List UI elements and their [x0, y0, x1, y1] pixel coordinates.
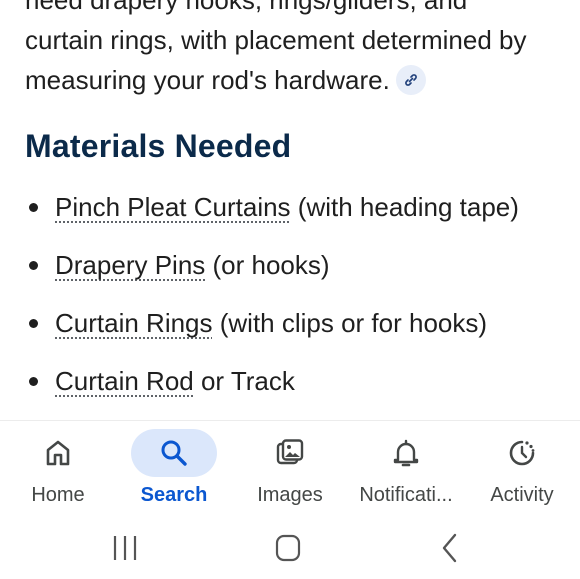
- nav-images[interactable]: Images: [232, 421, 348, 521]
- bullet: [29, 319, 38, 328]
- link-icon: [404, 74, 417, 86]
- bullet: [29, 377, 38, 386]
- glossary-term-link[interactable]: Drapery Pins: [55, 250, 205, 280]
- bottom-navigation: Home Search Images Notificati... Activit…: [0, 420, 580, 520]
- home-button-icon[interactable]: [268, 532, 308, 564]
- home-icon: [46, 440, 70, 466]
- images-icon: [276, 439, 304, 465]
- nav-label: Home: [31, 484, 85, 506]
- paragraph-line: measuring your rod's hardware.: [25, 60, 565, 100]
- list-item-text: or Track: [193, 366, 295, 396]
- activity-icon: [509, 440, 535, 466]
- list-item: Drapery Pins (or hooks): [25, 244, 575, 302]
- nav-search[interactable]: Search: [116, 421, 232, 521]
- list-item: Pinch Pleat Curtains (with heading tape): [25, 186, 575, 244]
- glossary-term-link[interactable]: Curtain Rings: [55, 308, 213, 338]
- article-content: need drapery hooks, rings/gliders, and c…: [0, 0, 580, 420]
- list-item-text: (or hooks): [205, 250, 330, 280]
- materials-list: Pinch Pleat Curtains (with heading tape)…: [25, 186, 575, 418]
- article-paragraph: need drapery hooks, rings/gliders, and c…: [25, 0, 565, 100]
- list-item-text: (with heading tape): [290, 192, 519, 222]
- list-item: Curtain Rod or Track: [25, 360, 575, 418]
- list-item-text: (with clips or for hooks): [212, 308, 488, 338]
- paragraph-line: need drapery hooks, rings/gliders, and: [25, 0, 468, 15]
- list-item: Curtain Rings (with clips or for hooks): [25, 302, 575, 360]
- bell-icon: [393, 439, 419, 467]
- nav-label: Images: [257, 484, 323, 506]
- recent-apps-icon[interactable]: [105, 532, 145, 564]
- paragraph-text: measuring your rod's hardware.: [25, 65, 390, 95]
- source-link-button[interactable]: [395, 65, 426, 96]
- search-icon: [161, 440, 187, 466]
- section-heading: Materials Needed: [25, 128, 292, 164]
- nav-home[interactable]: Home: [0, 421, 116, 521]
- nav-notifications[interactable]: Notificati...: [348, 421, 464, 521]
- paragraph-line: curtain rings, with placement determined…: [25, 25, 527, 55]
- nav-label: Notificati...: [359, 484, 453, 506]
- system-navigation-bar: [0, 520, 580, 579]
- glossary-term-link[interactable]: Pinch Pleat Curtains: [55, 192, 291, 222]
- bullet: [29, 261, 38, 270]
- nav-label: Activity: [490, 484, 554, 506]
- glossary-term-link[interactable]: Curtain Rod: [55, 366, 194, 396]
- bullet: [29, 203, 38, 212]
- nav-activity[interactable]: Activity: [464, 421, 580, 521]
- back-icon[interactable]: [430, 532, 470, 564]
- nav-label: Search: [140, 484, 208, 506]
